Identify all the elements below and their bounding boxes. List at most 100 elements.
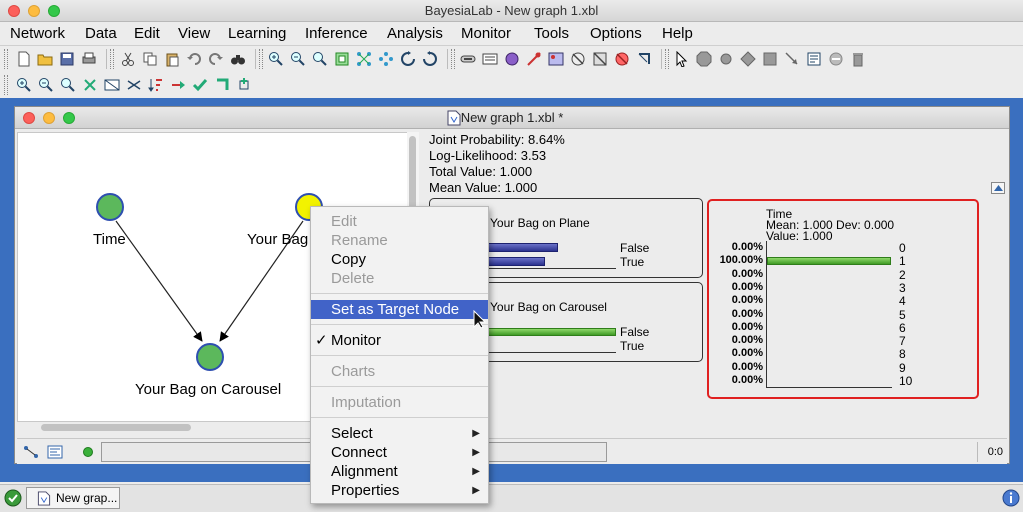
menu-item-select[interactable]: Select ▶ — [311, 424, 488, 443]
zoom-reset-icon[interactable] — [312, 51, 328, 67]
save-icon[interactable] — [59, 51, 75, 67]
trash-icon[interactable] — [850, 51, 866, 67]
info-icon[interactable] — [1002, 489, 1020, 507]
monitor-list-icon[interactable] — [104, 77, 120, 93]
graph-horizontal-scrollbar-thumb[interactable] — [41, 424, 191, 431]
monitor-mode-icon[interactable] — [47, 445, 63, 459]
menu-item-rename[interactable]: Rename — [311, 231, 488, 250]
menu-item-monitor[interactable]: ✓ Monitor — [311, 331, 488, 350]
display-comments-icon[interactable] — [482, 51, 498, 67]
open-folder-icon[interactable] — [37, 51, 53, 67]
monitor-carousel-state-true: True — [620, 339, 645, 353]
toolbar-separator — [661, 49, 662, 69]
rotate-right-icon[interactable] — [422, 51, 438, 67]
taskbar: New grap... — [0, 484, 1023, 512]
zoom-reset-icon[interactable] — [60, 77, 76, 93]
node-time-label: Time — [93, 231, 126, 248]
distribute-nodes-icon[interactable] — [378, 51, 394, 67]
note-tool-icon[interactable] — [806, 51, 822, 67]
menu-inference[interactable]: Inference — [305, 25, 368, 42]
node-tool-diamond-icon[interactable] — [740, 51, 756, 67]
menu-item-edit[interactable]: Edit — [311, 212, 488, 231]
menu-separator — [311, 355, 488, 356]
menu-help[interactable]: Help — [662, 25, 693, 42]
menu-view[interactable]: View — [178, 25, 210, 42]
cut-icon[interactable] — [120, 51, 136, 67]
arc-draw-tool-icon[interactable] — [784, 51, 800, 67]
node-tool-square-icon[interactable] — [762, 51, 778, 67]
fit-to-window-icon[interactable] — [334, 51, 350, 67]
menu-item-connect[interactable]: Connect ▶ — [311, 443, 488, 462]
zoom-in-icon[interactable] — [268, 51, 284, 67]
toolbar-grip[interactable] — [110, 49, 114, 69]
find-binoculars-icon[interactable] — [230, 51, 246, 67]
menu-item-copy[interactable]: Copy — [311, 250, 488, 269]
menu-network[interactable]: Network — [10, 25, 65, 42]
remove-arcs-icon[interactable] — [614, 51, 630, 67]
status-indicator — [83, 447, 93, 457]
toolbar-grip[interactable] — [665, 49, 669, 69]
submenu-arrow-icon: ▶ — [472, 428, 480, 439]
add-evidence-icon[interactable] — [236, 77, 252, 93]
node-your-bag-on-carousel[interactable] — [196, 343, 224, 371]
menu-data[interactable]: Data — [85, 25, 117, 42]
arc-tool-icon[interactable] — [526, 51, 542, 67]
menu-item-properties[interactable]: Properties ▶ — [311, 481, 488, 500]
monitor-time[interactable]: Time Mean: 1.000 Dev: 0.000 Value: 1.000… — [707, 199, 979, 399]
monitor-time-baseline — [766, 387, 892, 388]
menu-item-imputation[interactable]: Imputation — [311, 393, 488, 412]
triangle-up-icon — [994, 185, 1003, 191]
node-time[interactable] — [96, 193, 124, 221]
monitor-time-state-2: 2 — [899, 267, 906, 282]
selection-pointer-icon[interactable] — [674, 51, 690, 67]
rotate-left-icon[interactable] — [400, 51, 416, 67]
menu-options[interactable]: Options — [590, 25, 642, 42]
node-style-icon[interactable] — [504, 51, 520, 67]
print-icon[interactable] — [81, 51, 97, 67]
taskbar-window-item[interactable]: New grap... — [26, 487, 120, 509]
arc-mode-icon[interactable] — [23, 445, 39, 459]
hide-nodes-icon[interactable] — [570, 51, 586, 67]
toolbar-grip[interactable] — [451, 49, 455, 69]
coordinates-readout: 0:0 — [977, 442, 1003, 462]
toolbar-grip[interactable] — [4, 75, 8, 95]
corner-tool-icon[interactable] — [214, 77, 230, 93]
zoom-in-icon[interactable] — [16, 77, 32, 93]
zoom-out-icon[interactable] — [290, 51, 306, 67]
node-tool-octagon-icon[interactable] — [696, 51, 712, 67]
submenu-arrow-icon: ▶ — [472, 485, 480, 496]
sort-monitors-icon[interactable] — [148, 77, 164, 93]
evidence-arrows-icon[interactable] — [170, 77, 186, 93]
paste-icon[interactable] — [164, 51, 180, 67]
copy-icon[interactable] — [142, 51, 158, 67]
menu-analysis[interactable]: Analysis — [387, 25, 443, 42]
menu-monitor[interactable]: Monitor — [461, 25, 511, 42]
edge-time-to-carousel[interactable] — [115, 220, 203, 342]
menu-item-delete[interactable]: Delete — [311, 269, 488, 288]
menu-item-alignment[interactable]: Alignment ▶ — [311, 462, 488, 481]
disable-tool-icon[interactable] — [828, 51, 844, 67]
validate-check-icon[interactable] — [192, 77, 208, 93]
monitor-time-state-0: 0 — [899, 241, 906, 255]
bayesialab-logo-icon[interactable] — [4, 489, 22, 507]
toolbar-grip[interactable] — [259, 49, 263, 69]
menu-learning[interactable]: Learning — [228, 25, 286, 42]
menu-item-set-as-target-node[interactable]: Set as Target Node — [311, 300, 488, 319]
zoom-out-icon[interactable] — [38, 77, 54, 93]
menu-item-charts[interactable]: Charts — [311, 362, 488, 381]
undo-icon[interactable] — [186, 51, 202, 67]
hide-monitors-icon[interactable] — [82, 77, 98, 93]
display-arcs-icon[interactable] — [460, 51, 476, 67]
new-file-icon[interactable] — [16, 51, 32, 67]
redo-icon[interactable] — [208, 51, 224, 67]
orient-arcs-icon[interactable] — [636, 51, 652, 67]
menu-tools[interactable]: Tools — [534, 25, 569, 42]
remove-monitor-icon[interactable] — [126, 77, 142, 93]
image-icon[interactable] — [548, 51, 564, 67]
toolbar-grip[interactable] — [4, 49, 8, 69]
node-tool-circle-icon[interactable] — [718, 51, 734, 67]
menu-edit[interactable]: Edit — [134, 25, 160, 42]
hide-arcs-icon[interactable] — [592, 51, 608, 67]
layout-nodes-icon[interactable] — [356, 51, 372, 67]
collapse-monitors-button[interactable] — [991, 182, 1005, 194]
